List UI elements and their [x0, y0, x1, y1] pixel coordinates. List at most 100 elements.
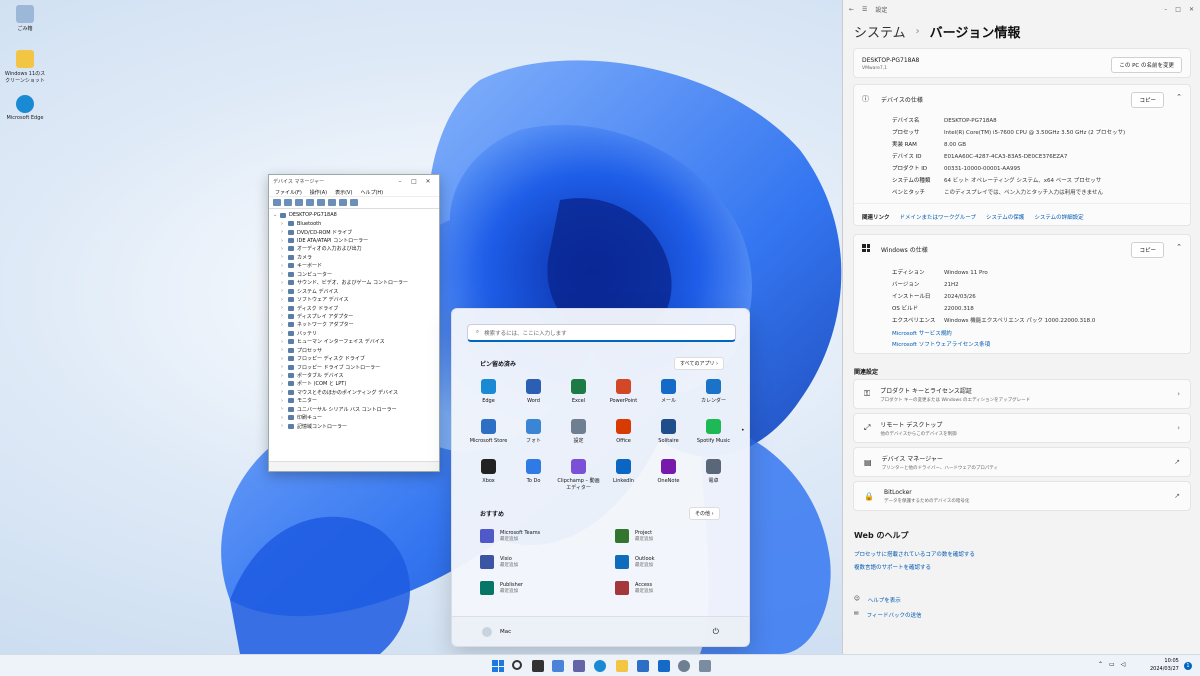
- tree-item[interactable]: › DVD/CD-ROM ドライブ: [273, 228, 435, 236]
- web-help-link-languages[interactable]: 複数言語のサポートを確認する: [854, 563, 931, 571]
- pinned-app[interactable]: 設定: [556, 419, 601, 445]
- chevron-right-icon[interactable]: ›: [281, 381, 288, 387]
- chevron-right-icon[interactable]: ›: [281, 347, 288, 353]
- chevron-right-icon[interactable]: ›: [281, 305, 288, 311]
- related-setting-row[interactable]: ▤ デバイス マネージャー プリンターと他のドライバー、ハードウェアのプロパティ ↗: [853, 447, 1191, 477]
- pinned-app[interactable]: Xbox: [466, 459, 511, 485]
- forward-icon[interactable]: [284, 199, 292, 206]
- help-icon[interactable]: [317, 199, 325, 206]
- chevron-right-icon[interactable]: ›: [281, 280, 288, 286]
- chevron-right-icon[interactable]: ›: [281, 263, 288, 269]
- pinned-app[interactable]: To Do: [511, 459, 556, 485]
- search-icon[interactable]: [512, 660, 522, 670]
- close-icon[interactable]: ✕: [1189, 6, 1194, 13]
- chevron-right-icon[interactable]: ›: [281, 389, 288, 395]
- hamburger-icon[interactable]: ☰: [862, 6, 867, 13]
- feedback-row[interactable]: ✉ フィードバックの送信: [854, 611, 922, 619]
- recommended-item[interactable]: Microsoft Teams 最近追加: [480, 529, 540, 543]
- desktop-icon-recycle-bin[interactable]: ごみ箱: [4, 5, 46, 32]
- tree-root[interactable]: ⌄ DESKTOP-PG718A8: [273, 211, 435, 219]
- tree-item[interactable]: › Bluetooth: [273, 219, 435, 227]
- chevron-right-icon[interactable]: ›: [281, 246, 288, 252]
- pinned-app[interactable]: Microsoft Store: [466, 419, 511, 445]
- chevron-right-icon[interactable]: ›: [281, 364, 288, 370]
- power-icon[interactable]: ⏻: [713, 627, 719, 637]
- breadcrumb-parent[interactable]: システム: [854, 22, 906, 41]
- tree-item[interactable]: › 記憶域コントローラー: [273, 422, 435, 430]
- tree-item[interactable]: › ソフトウェア デバイス: [273, 295, 435, 304]
- chevron-right-icon[interactable]: ›: [281, 229, 288, 235]
- chevron-right-icon[interactable]: ›: [281, 373, 288, 379]
- copy-windows-spec-button[interactable]: コピー: [1131, 242, 1164, 258]
- volume-icon[interactable]: ◁: [1121, 661, 1126, 668]
- pinned-app[interactable]: PowerPoint: [601, 379, 646, 405]
- service-agreement-link[interactable]: Microsoft サービス規約: [892, 329, 952, 337]
- chevron-right-icon[interactable]: ›: [281, 297, 288, 303]
- chevron-right-icon[interactable]: ›: [281, 339, 288, 345]
- tree-item[interactable]: › サウンド、ビデオ、およびゲーム コントローラー: [273, 279, 435, 287]
- pinned-app[interactable]: Word: [511, 379, 556, 405]
- related-setting-row[interactable]: ⤢ リモート デスクトップ 他のデバイスからこのデバイスを制御 ›: [853, 413, 1191, 443]
- maximize-icon[interactable]: □: [407, 178, 421, 185]
- properties-icon[interactable]: [295, 199, 303, 206]
- chevron-right-icon[interactable]: ›: [281, 271, 288, 277]
- pinned-app[interactable]: Clipchamp – 動画エディター: [556, 459, 601, 491]
- widgets-icon[interactable]: [552, 660, 564, 672]
- license-terms-link[interactable]: Microsoft ソフトウェアライセンス条項: [892, 340, 990, 348]
- recommended-item[interactable]: Project 最近追加: [615, 529, 653, 543]
- tree-item[interactable]: › バッテリ: [273, 329, 435, 337]
- tree-item[interactable]: › ディスク ドライブ: [273, 304, 435, 312]
- tree-item[interactable]: › フロッピー ドライブ コントローラー: [273, 363, 435, 371]
- tree-item[interactable]: › カメラ: [273, 253, 435, 261]
- pinned-app[interactable]: Excel: [556, 379, 601, 405]
- more-button[interactable]: その他 ›: [689, 507, 720, 520]
- minimize-icon[interactable]: –: [1164, 6, 1167, 13]
- pinned-app[interactable]: OneNote: [646, 459, 691, 485]
- chevron-right-icon[interactable]: ›: [281, 313, 288, 319]
- edge-icon[interactable]: [594, 660, 606, 672]
- pinned-app[interactable]: LinkedIn: [601, 459, 646, 485]
- link-system-protection[interactable]: システムの保護: [986, 213, 1024, 221]
- pinned-app[interactable]: Edge: [466, 379, 511, 405]
- recommended-item[interactable]: Outlook 最近追加: [615, 555, 654, 569]
- chevron-right-icon[interactable]: ›: [281, 238, 288, 244]
- chevron-right-icon[interactable]: ›: [281, 423, 288, 429]
- settings-icon[interactable]: [678, 660, 690, 672]
- tree-item[interactable]: › システム デバイス: [273, 287, 435, 295]
- pinned-app[interactable]: カレンダー: [691, 379, 736, 405]
- rename-pc-button[interactable]: この PC の名前を変更: [1111, 57, 1182, 73]
- get-help-row[interactable]: ☺ ヘルプを表示: [854, 596, 901, 604]
- recommended-item[interactable]: Access 最近追加: [615, 581, 653, 595]
- start-button[interactable]: [492, 660, 504, 672]
- tree-item[interactable]: › ネットワーク アダプター: [273, 321, 435, 329]
- pinned-app[interactable]: Solitaire: [646, 419, 691, 445]
- pinned-app[interactable]: メール: [646, 379, 691, 405]
- device-manager-icon[interactable]: [699, 660, 711, 672]
- menu-view[interactable]: 表示(V): [335, 189, 352, 196]
- maximize-icon[interactable]: □: [1175, 6, 1181, 13]
- clock[interactable]: 10:05 2024/03/27: [1150, 658, 1179, 673]
- pinned-app[interactable]: 電卓: [691, 459, 736, 485]
- related-setting-row[interactable]: ⚿ プロダクト キーとライセンス認証 プロダクト キーの変更または Windows …: [853, 379, 1191, 409]
- link-domain-workgroup[interactable]: ドメインまたはワークグループ: [900, 213, 976, 221]
- close-icon[interactable]: ✕: [421, 178, 435, 185]
- chevron-right-icon[interactable]: ›: [281, 398, 288, 404]
- chevron-right-icon[interactable]: ›: [281, 415, 288, 421]
- web-help-link-cores[interactable]: プロセッサに搭載されているコアの数を確認する: [854, 550, 975, 558]
- store-icon[interactable]: [637, 660, 649, 672]
- chevron-right-icon[interactable]: ›: [281, 322, 288, 328]
- task-view-icon[interactable]: [532, 660, 544, 672]
- mail-icon[interactable]: [658, 660, 670, 672]
- tree-item[interactable]: › ディスプレイ アダプター: [273, 312, 435, 320]
- tree-item[interactable]: › オーディオの入力および出力: [273, 245, 435, 253]
- chevron-right-icon[interactable]: ›: [281, 330, 288, 336]
- menu-help[interactable]: ヘルプ(H): [360, 189, 383, 196]
- chevron-right-icon[interactable]: ›: [281, 288, 288, 294]
- tree-item[interactable]: › ポータブル デバイス: [273, 371, 435, 380]
- network-icon[interactable]: ▭: [1109, 661, 1115, 668]
- chevron-right-icon[interactable]: ›: [281, 406, 288, 412]
- tree-item[interactable]: › マウスとそのほかのポインティング デバイス: [273, 388, 435, 396]
- tree-item[interactable]: › ポート (COM と LPT): [273, 380, 435, 388]
- search-input[interactable]: ⌕ 検索するには、ここに入力します: [467, 324, 736, 342]
- details-icon[interactable]: [328, 199, 336, 206]
